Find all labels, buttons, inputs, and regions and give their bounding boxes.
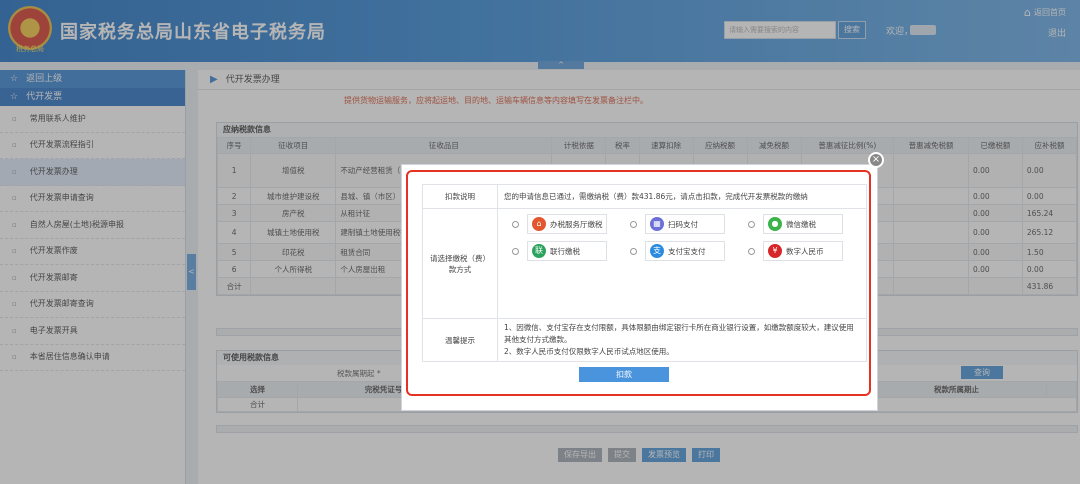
close-icon[interactable]: × <box>868 152 884 168</box>
deduct-button[interactable]: 扣款 <box>579 367 669 382</box>
highlight-box <box>406 170 871 396</box>
